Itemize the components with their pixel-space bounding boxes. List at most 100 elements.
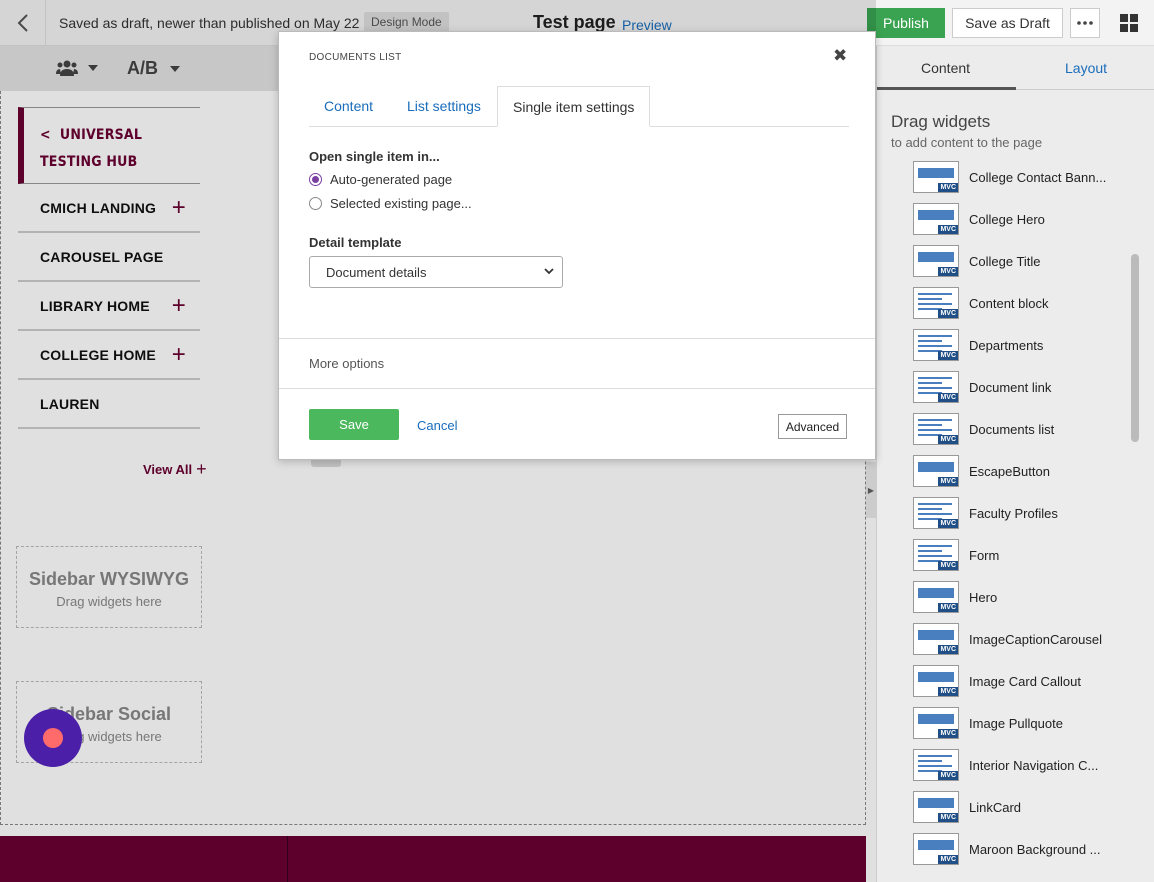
- radio-label: Auto-generated page: [330, 172, 453, 187]
- mvc-badge: MVC: [938, 645, 958, 654]
- mvc-badge: MVC: [938, 729, 958, 738]
- mvc-badge: MVC: [938, 351, 958, 360]
- panel-tabs: Content Layout: [877, 46, 1154, 90]
- panel-title: Drag widgets: [891, 112, 991, 131]
- more-options-toggle[interactable]: More options: [309, 356, 384, 371]
- widget-item[interactable]: MVC Image Card Callout: [913, 660, 1123, 702]
- detail-template-label: Detail template: [309, 235, 402, 250]
- widget-item[interactable]: MVC College Contact Bann...: [913, 156, 1123, 198]
- widget-label: LinkCard: [969, 799, 1022, 815]
- widget-item[interactable]: MVC Image Pullquote: [913, 702, 1123, 744]
- radio-label: Selected existing page...: [330, 196, 472, 211]
- dialog-title: DOCUMENTS LIST: [309, 52, 402, 63]
- widget-item[interactable]: MVC Maroon Background ...: [913, 828, 1123, 870]
- open-single-item-label: Open single item in...: [309, 149, 440, 164]
- tab-layout[interactable]: Layout: [1065, 60, 1107, 76]
- widget-icon: MVC: [913, 665, 959, 697]
- dialog-tabs: Content List settings Single item settin…: [309, 86, 849, 127]
- widget-item[interactable]: MVC Faculty Profiles: [913, 492, 1123, 534]
- mvc-badge: MVC: [938, 813, 958, 822]
- widget-label: College Contact Bann...: [969, 169, 1107, 185]
- save-as-draft-button[interactable]: Save as Draft: [952, 8, 1063, 38]
- widget-label: ImageCaptionCarousel: [969, 631, 1102, 647]
- radio-selected-existing-page[interactable]: Selected existing page...: [309, 196, 472, 211]
- widget-icon: MVC: [913, 161, 959, 193]
- widget-label: EscapeButton: [969, 463, 1050, 479]
- widget-item[interactable]: MVC LinkCard: [913, 786, 1123, 828]
- mvc-badge: MVC: [938, 309, 958, 318]
- widget-icon: MVC: [913, 413, 959, 445]
- cancel-button[interactable]: Cancel: [417, 418, 457, 433]
- widget-label: Interior Navigation C...: [969, 757, 1099, 773]
- widget-list: MVC College Contact Bann... MVC College Her…: [913, 156, 1123, 882]
- chevron-down-icon: [544, 268, 554, 275]
- widget-icon: MVC: [913, 287, 959, 319]
- widget-label: Departments: [969, 337, 1044, 353]
- widget-label: Faculty Profiles: [969, 505, 1058, 521]
- widget-icon: MVC: [913, 497, 959, 529]
- widget-item[interactable]: MVC Hero: [913, 576, 1123, 618]
- apps-button[interactable]: [1114, 8, 1144, 38]
- widget-item[interactable]: MVC Form: [913, 534, 1123, 576]
- tab-single-item-settings[interactable]: Single item settings: [497, 86, 651, 127]
- widget-item[interactable]: MVC EscapeButton: [913, 450, 1123, 492]
- widget-list-scrollbar[interactable]: [1131, 254, 1139, 442]
- widget-label: Documents list: [969, 421, 1055, 437]
- chat-launcher[interactable]: [24, 709, 82, 767]
- mvc-badge: MVC: [938, 519, 958, 528]
- widget-item[interactable]: MVC College Title: [913, 240, 1123, 282]
- mvc-badge: MVC: [938, 603, 958, 612]
- mvc-badge: MVC: [938, 687, 958, 696]
- tab-content[interactable]: Content: [921, 60, 970, 76]
- save-button[interactable]: Save: [309, 409, 399, 440]
- widget-icon: MVC: [913, 455, 959, 487]
- ellipsis-icon: [1077, 21, 1093, 25]
- widget-icon: MVC: [913, 539, 959, 571]
- radio-checked[interactable]: [309, 173, 322, 186]
- chevron-right-icon: ▶: [867, 485, 875, 495]
- advanced-button[interactable]: Advanced: [778, 414, 847, 439]
- widget-item[interactable]: MVC Document link: [913, 366, 1123, 408]
- widget-icon: MVC: [913, 707, 959, 739]
- widget-label: Document link: [969, 379, 1052, 395]
- widget-icon: MVC: [913, 245, 959, 277]
- widget-icon: MVC: [913, 203, 959, 235]
- widget-label: Hero: [969, 589, 998, 605]
- widget-item[interactable]: MVC Interior Navigation C...: [913, 744, 1123, 786]
- widget-icon: MVC: [913, 371, 959, 403]
- detail-template-select[interactable]: Document details: [309, 256, 563, 288]
- widget-label: College Title: [969, 253, 1041, 269]
- widget-item[interactable]: MVC College Hero: [913, 198, 1123, 240]
- collapse-panel-handle[interactable]: ▶: [866, 462, 876, 518]
- mvc-badge: MVC: [938, 855, 958, 864]
- publish-button[interactable]: Publish: [867, 8, 945, 38]
- close-icon[interactable]: ✖: [833, 46, 847, 66]
- more-actions-button[interactable]: [1070, 8, 1100, 38]
- widget-icon: MVC: [913, 581, 959, 613]
- mvc-badge: MVC: [938, 477, 958, 486]
- tab-content[interactable]: Content: [309, 86, 388, 127]
- divider: [279, 338, 875, 339]
- widget-icon: MVC: [913, 791, 959, 823]
- widget-icon: MVC: [913, 749, 959, 781]
- divider: [279, 388, 875, 389]
- tab-list-settings[interactable]: List settings: [392, 86, 496, 127]
- widgets-panel: Content Layout Drag widgets to add conte…: [876, 46, 1154, 882]
- widget-item[interactable]: MVC Content block: [913, 282, 1123, 324]
- chat-icon: [43, 728, 63, 748]
- widget-item[interactable]: MVC Departments: [913, 324, 1123, 366]
- widget-label: College Hero: [969, 211, 1045, 227]
- mvc-badge: MVC: [938, 393, 958, 402]
- grid-icon: [1120, 14, 1138, 32]
- select-value: Document details: [326, 265, 427, 280]
- radio-unchecked[interactable]: [309, 197, 322, 210]
- documents-list-dialog: DOCUMENTS LIST ✖ Content List settings S…: [278, 31, 876, 460]
- mvc-badge: MVC: [938, 435, 958, 444]
- widget-item[interactable]: MVC Documents list: [913, 408, 1123, 450]
- mvc-badge: MVC: [938, 561, 958, 570]
- widget-label: Maroon Background ...: [969, 841, 1101, 857]
- panel-subtitle: to add content to the page: [891, 135, 1043, 150]
- widget-item[interactable]: MVC ImageCaptionCarousel: [913, 618, 1123, 660]
- radio-auto-generated-page[interactable]: Auto-generated page: [309, 172, 452, 187]
- widget-icon: MVC: [913, 623, 959, 655]
